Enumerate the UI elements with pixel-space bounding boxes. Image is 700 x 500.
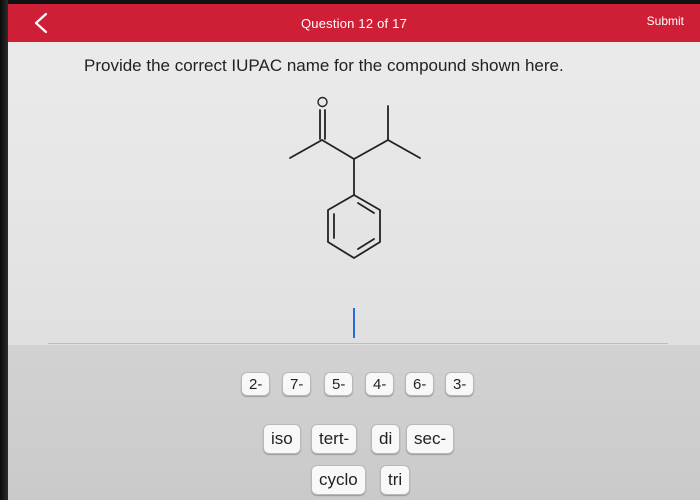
answer-drop-zone[interactable]: [48, 308, 668, 344]
molecule-structure: O: [270, 92, 421, 259]
benzene-ring: [327, 194, 381, 259]
oxygen-label: O: [270, 92, 271, 93]
question-prompt: Provide the correct IUPAC name for the c…: [84, 56, 564, 75]
back-button[interactable]: [28, 10, 54, 36]
tile-locant-4[interactable]: 4-: [365, 372, 395, 396]
tile-prefix-sec[interactable]: sec-: [406, 424, 455, 454]
tile-tri[interactable]: tri: [380, 465, 411, 495]
tile-prefix-tert[interactable]: tert-: [311, 424, 358, 454]
tile-locant-5[interactable]: 5-: [324, 372, 354, 396]
tile-locant-7[interactable]: 7-: [282, 372, 312, 396]
tile-cyclo[interactable]: cyclo: [311, 465, 366, 495]
answer-underline: [48, 343, 668, 344]
tile-locant-2[interactable]: 2-: [241, 372, 271, 396]
text-cursor: [353, 308, 355, 338]
oxygen-atom: [317, 96, 328, 108]
chevron-left-icon: [34, 12, 48, 34]
tile-locant-6[interactable]: 6-: [405, 372, 435, 396]
tile-prefix-di[interactable]: di: [371, 424, 401, 454]
bond: [387, 139, 421, 159]
submit-button[interactable]: Submit: [647, 14, 684, 28]
screen: Question 12 of 17 Submit Provide the cor…: [0, 0, 700, 500]
bond: [289, 139, 323, 159]
tile-prefix-iso[interactable]: iso: [263, 424, 301, 454]
device-bezel-left: [0, 0, 8, 500]
question-counter: Question 12 of 17: [300, 15, 408, 31]
bond: [321, 139, 355, 160]
header-bar: Question 12 of 17 Submit: [8, 4, 700, 42]
tile-locant-3[interactable]: 3-: [445, 372, 475, 396]
bond: [353, 139, 389, 160]
